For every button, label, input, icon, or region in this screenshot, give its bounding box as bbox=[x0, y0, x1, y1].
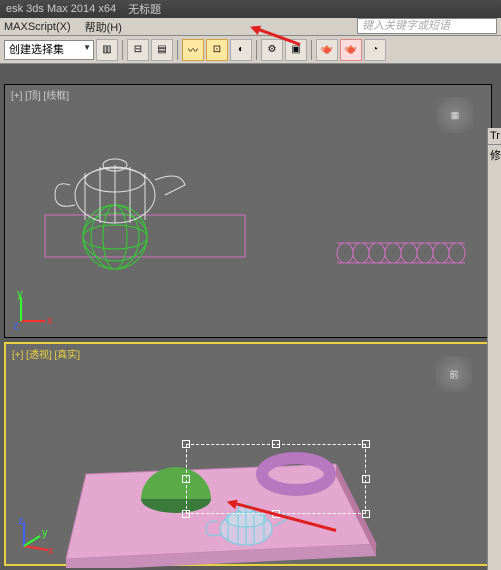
material-editor-icon[interactable]: ◐ bbox=[230, 39, 252, 61]
teapot-render-icon[interactable]: 🫖 bbox=[316, 39, 338, 61]
viewport-top[interactable]: [+] [顶] [线框] ▦ bbox=[4, 84, 492, 338]
svg-text:x: x bbox=[47, 315, 53, 327]
layers-icon[interactable]: ▤ bbox=[151, 39, 173, 61]
menu-maxscript[interactable]: MAXScript(X) bbox=[4, 21, 71, 33]
selection-handle[interactable] bbox=[182, 510, 190, 518]
viewcube-persp[interactable]: 前 bbox=[436, 356, 472, 392]
command-panel[interactable]: Tr 修 bbox=[487, 128, 501, 570]
svg-text:y: y bbox=[42, 527, 48, 539]
viewport-label-persp[interactable]: [+] [透视] [真实] bbox=[12, 346, 80, 361]
axis-gizmo-persp: x z y bbox=[14, 516, 54, 556]
curve-editor-icon[interactable]: 〰 bbox=[182, 39, 204, 61]
separator bbox=[311, 40, 312, 60]
panel-tab[interactable]: 修 bbox=[488, 145, 501, 165]
selection-set-dropdown[interactable]: 创建选择集 bbox=[4, 40, 94, 60]
title-bar: esk 3ds Max 2014 x64 无标题 bbox=[0, 0, 501, 18]
separator bbox=[122, 40, 123, 60]
separator bbox=[256, 40, 257, 60]
schematic-view-icon[interactable]: ⊡ bbox=[206, 39, 228, 61]
render-production-icon[interactable]: 🫖 bbox=[340, 39, 362, 61]
selection-handle[interactable] bbox=[182, 475, 190, 483]
menu-help[interactable]: 帮助(H) bbox=[85, 19, 122, 35]
selection-handle[interactable] bbox=[362, 440, 370, 448]
svg-text:x: x bbox=[48, 545, 54, 556]
search-input[interactable]: 键入关键字或短语 bbox=[357, 18, 497, 34]
file-name: 无标题 bbox=[128, 1, 161, 17]
viewport-container: [+] [顶] [线框] ▦ bbox=[0, 64, 501, 570]
mirror-icon[interactable]: ▥ bbox=[96, 39, 118, 61]
selection-handle[interactable] bbox=[272, 440, 280, 448]
viewcube-top[interactable]: ▦ bbox=[437, 97, 473, 133]
selection-handle[interactable] bbox=[182, 440, 190, 448]
svg-text:z: z bbox=[13, 320, 19, 329]
viewport-perspective[interactable]: [+] [透视] [真实] 前 bbox=[4, 342, 492, 566]
app-name: esk 3ds Max 2014 x64 bbox=[6, 3, 116, 15]
viewport-label-top[interactable]: [+] [顶] [线框] bbox=[11, 87, 69, 102]
selection-handle[interactable] bbox=[362, 510, 370, 518]
top-view-scene bbox=[5, 85, 493, 339]
render-setup-icon[interactable]: ⚙ bbox=[261, 39, 283, 61]
panel-tab[interactable]: Tr bbox=[488, 128, 501, 145]
render-iterative-icon[interactable]: ◔ bbox=[364, 39, 386, 61]
selection-handle[interactable] bbox=[362, 475, 370, 483]
selection-bounds bbox=[186, 444, 366, 514]
svg-text:y: y bbox=[17, 289, 23, 300]
axis-gizmo-top: x y z bbox=[13, 289, 53, 329]
separator bbox=[177, 40, 178, 60]
main-toolbar: 创建选择集 ▥ ⊟ ▤ 〰 ⊡ ◐ ⚙ ▣ 🫖 🫖 ◔ bbox=[0, 36, 501, 64]
align-icon[interactable]: ⊟ bbox=[127, 39, 149, 61]
svg-text:z: z bbox=[18, 516, 24, 527]
